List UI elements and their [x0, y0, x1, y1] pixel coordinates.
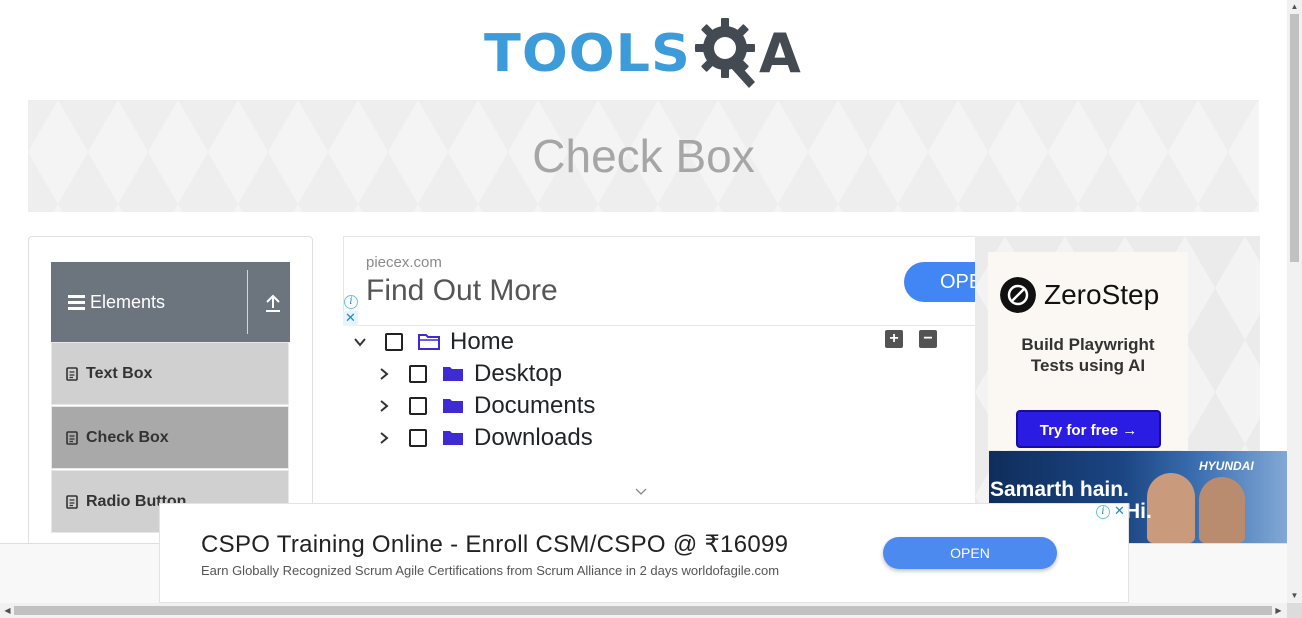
- chevron-right-icon[interactable]: [376, 398, 392, 414]
- documents-checkbox[interactable]: [409, 397, 427, 415]
- scrollbar-corner: [1287, 603, 1302, 618]
- tree-label[interactable]: Home: [450, 328, 514, 356]
- zerostep-logo-icon: [1000, 277, 1036, 313]
- sidebar-item-text-box[interactable]: Text Box: [51, 342, 289, 405]
- toolsqa-logo[interactable]: TOOLS A: [484, 16, 801, 90]
- page-title: Check Box: [532, 130, 755, 182]
- checkbox-tree: Home Desktop Documents Downloads + −: [343, 326, 975, 506]
- ad-close-icon[interactable]: ✕: [1112, 504, 1127, 519]
- chevron-right-icon[interactable]: [376, 430, 392, 446]
- tagline-line-2: Tests using AI: [1030, 356, 1146, 375]
- bottom-advertisement[interactable]: CSPO Training Online - Enroll CSM/CSPO @…: [159, 503, 1129, 603]
- ad-close-icon[interactable]: ✕: [343, 311, 358, 326]
- horizontal-scroll-thumb[interactable]: [14, 606, 1272, 615]
- group-title: Elements: [90, 291, 166, 312]
- zerostep-ad-card[interactable]: ZeroStep Build Playwright Tests using AI…: [988, 252, 1188, 450]
- hamburger-icon: [68, 294, 85, 310]
- expand-all-button[interactable]: +: [885, 330, 903, 348]
- ad-domain: piecex.com: [366, 254, 442, 271]
- horizontal-scrollbar[interactable]: ◀ ▶: [0, 603, 1287, 618]
- collapse-up-icon[interactable]: [264, 293, 282, 313]
- ad-info-icon[interactable]: i: [1096, 505, 1110, 519]
- tree-node-desktop: Desktop: [376, 359, 562, 389]
- collapse-all-button[interactable]: −: [919, 330, 937, 348]
- tagline-line-1: Build Playwright: [1021, 335, 1155, 354]
- scroll-right-icon[interactable]: ▶: [1274, 606, 1283, 615]
- ad-open-button[interactable]: OPEN: [904, 262, 975, 302]
- gear-magnifier-icon: [694, 18, 755, 88]
- elements-group-header[interactable]: Elements: [51, 262, 290, 342]
- hyundai-brand: HYUNDAI: [1199, 459, 1254, 473]
- tree-node-home: Home: [352, 327, 514, 357]
- bottom-ad-subtext: Earn Globally Recognized Scrum Agile Cer…: [201, 563, 780, 578]
- sidebar-item-label: Check Box: [86, 428, 169, 446]
- document-icon: [66, 494, 78, 509]
- zerostep-tagline: Build Playwright Tests using AI: [988, 334, 1188, 376]
- folder-icon: [443, 399, 463, 413]
- scroll-up-icon[interactable]: ▲: [1290, 2, 1299, 11]
- sidebar-item-check-box[interactable]: Check Box: [51, 406, 289, 469]
- bottom-ad-headline: CSPO Training Online - Enroll CSM/CSPO @…: [201, 531, 789, 558]
- person-image: [1199, 477, 1245, 543]
- sidebar-item-label: Text Box: [86, 364, 153, 382]
- person-image: [1147, 473, 1195, 543]
- tree-label[interactable]: Downloads: [474, 424, 593, 452]
- ad-info-icon[interactable]: i: [344, 295, 358, 309]
- top-advertisement[interactable]: piecex.com Find Out More OPEN: [343, 236, 975, 326]
- folder-icon: [443, 431, 463, 445]
- folder-open-icon: [418, 334, 440, 350]
- home-checkbox[interactable]: [385, 333, 403, 351]
- desktop-checkbox[interactable]: [409, 365, 427, 383]
- header-divider: [247, 270, 248, 334]
- vertical-scrollbar[interactable]: ▲ ▼: [1287, 0, 1302, 603]
- bottom-ad-open-button[interactable]: OPEN: [883, 537, 1057, 569]
- document-icon: [66, 366, 78, 381]
- document-icon: [66, 430, 78, 445]
- folder-icon: [443, 367, 463, 381]
- vertical-scroll-thumb[interactable]: [1290, 14, 1299, 262]
- scroll-down-icon[interactable]: ▼: [1290, 591, 1299, 600]
- tree-label[interactable]: Documents: [474, 392, 595, 420]
- chevron-right-icon[interactable]: [376, 366, 392, 382]
- logo-text-tools: TOOLS: [484, 23, 691, 83]
- tree-label[interactable]: Desktop: [474, 360, 562, 388]
- page-banner: Check Box: [28, 100, 1259, 212]
- page: TOOLS A Check Box Elements Text Box Chec…: [0, 0, 1302, 618]
- tree-node-downloads: Downloads: [376, 423, 593, 453]
- ad-text-line-1: Samarth hain.: [990, 478, 1129, 501]
- try-for-free-button[interactable]: Try for free →: [1016, 410, 1161, 448]
- chevron-down-icon: [635, 488, 647, 495]
- downloads-checkbox[interactable]: [409, 429, 427, 447]
- scroll-left-icon[interactable]: ◀: [3, 606, 12, 615]
- zerostep-brand: ZeroStep: [1044, 279, 1160, 310]
- chevron-down-icon[interactable]: [352, 334, 368, 350]
- tree-node-documents: Documents: [376, 391, 595, 421]
- logo-text-a: A: [758, 21, 801, 85]
- ad-headline: Find Out More: [366, 274, 558, 307]
